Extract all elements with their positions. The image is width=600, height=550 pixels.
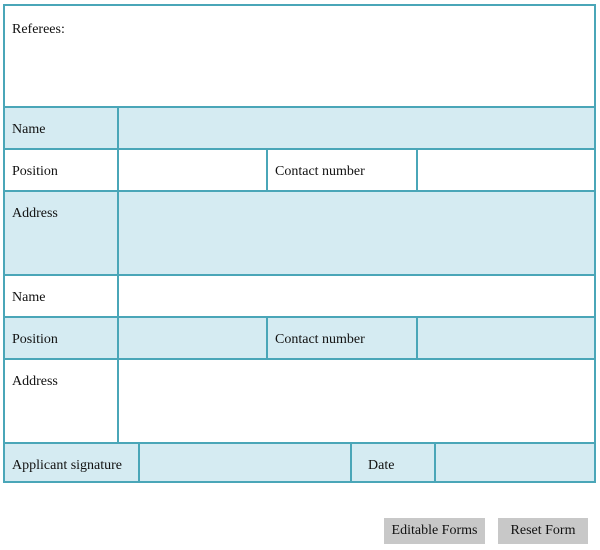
referee2-address-field[interactable] — [117, 360, 594, 442]
referee2-name-field[interactable] — [117, 276, 594, 316]
referee1-contact-field[interactable] — [416, 150, 594, 190]
referee1-position-field[interactable] — [117, 150, 266, 190]
referee2-contact-label: Contact number — [266, 318, 416, 358]
reset-form-button[interactable]: Reset Form — [498, 518, 588, 544]
referee2-address-label: Address — [12, 374, 58, 389]
referees-label: Referees: — [12, 22, 65, 37]
editable-forms-button[interactable]: Editable Forms — [384, 518, 485, 544]
applicant-signature-label: Applicant signature — [12, 458, 123, 473]
referee2-address-row: Address — [5, 358, 594, 442]
referee1-address-row: Address — [5, 190, 594, 274]
referee1-name-label: Name — [12, 122, 46, 137]
referee1-position-row: Position Contact number — [5, 148, 594, 190]
referee1-name-row: Name — [5, 106, 594, 148]
referee1-address-label: Address — [12, 206, 58, 221]
referee2-position-field[interactable] — [117, 318, 266, 358]
signature-row: Applicant signature Date — [5, 442, 594, 481]
date-field[interactable] — [434, 444, 594, 481]
referees-form: Referees: Name Position Contact number A… — [3, 4, 596, 483]
referee2-name-label: Name — [12, 290, 46, 305]
referee1-position-label: Position — [12, 164, 58, 179]
referee1-address-field[interactable] — [117, 192, 594, 274]
referee1-name-field[interactable] — [117, 108, 594, 148]
referee1-contact-label: Contact number — [266, 150, 416, 190]
date-label: Date — [350, 444, 434, 481]
referee2-position-label: Position — [12, 332, 58, 347]
applicant-signature-field[interactable] — [138, 444, 350, 481]
referee2-contact-field[interactable] — [416, 318, 594, 358]
referee2-position-row: Position Contact number — [5, 316, 594, 358]
referee2-name-row: Name — [5, 274, 594, 316]
referees-header-row: Referees: — [5, 6, 594, 106]
